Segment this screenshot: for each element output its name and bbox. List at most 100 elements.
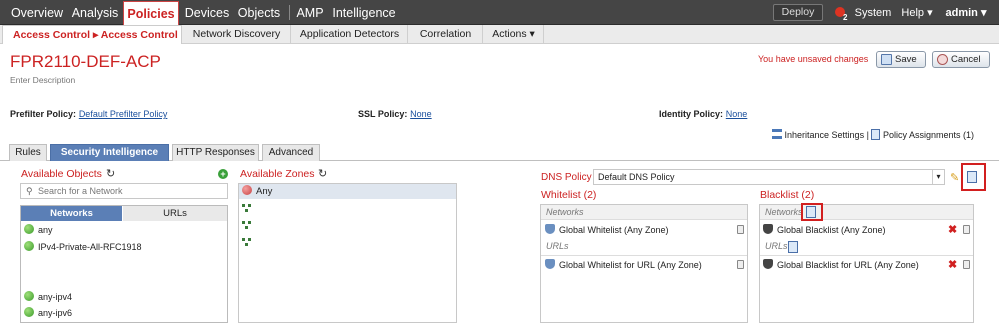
subtab-networks[interactable]: Networks <box>21 206 122 221</box>
available-objects-title: Available Objects <box>21 168 102 180</box>
object-label: any-ipv6 <box>38 308 73 318</box>
document-icon[interactable] <box>788 241 798 253</box>
blacklist-shield-icon <box>763 224 773 234</box>
document-icon[interactable] <box>967 171 977 183</box>
trash-icon[interactable] <box>737 260 744 269</box>
search-icon: ⚲ <box>26 186 33 196</box>
whitelist-urls-header: URLs <box>541 239 747 254</box>
whitelist-url-label: Global Whitelist for URL (Any Zone) <box>559 260 702 270</box>
blacklist-shield-icon <box>763 259 773 269</box>
chevron-down-icon: ▾ <box>932 170 944 184</box>
network-object-icon <box>24 307 34 317</box>
search-placeholder: Search for a Network <box>38 186 123 196</box>
list-item[interactable]: Global Blacklist for URL (Any Zone) <box>763 258 919 272</box>
alert-count: 2 <box>843 13 848 22</box>
whitelist-title: Whitelist (2) <box>541 189 597 201</box>
available-zones-list <box>238 183 457 323</box>
deploy-button[interactable]: Deploy <box>773 4 823 21</box>
list-item[interactable]: Global Blacklist (Any Zone) <box>763 223 886 237</box>
zone-icon[interactable] <box>242 221 252 230</box>
policy-assignments-link[interactable]: Policy Assignments (1) <box>883 130 974 140</box>
subnav-access-control[interactable]: Access Control ▸ Access Control <box>2 25 182 44</box>
list-item[interactable]: IPv4-Private-All-RFC1918 <box>24 240 142 254</box>
ssl-label: SSL Policy: <box>358 109 408 119</box>
cancel-label: Cancel <box>951 54 981 65</box>
delete-icon[interactable]: ✖ <box>948 260 957 271</box>
subtab-urls[interactable]: URLs <box>123 206 227 221</box>
save-button[interactable]: Save <box>876 51 926 68</box>
subnav-network-discovery[interactable]: Network Discovery <box>183 25 291 44</box>
list-item[interactable]: Global Whitelist (Any Zone) <box>545 223 669 237</box>
delete-icon[interactable]: ✖ <box>948 225 957 236</box>
trash-icon[interactable] <box>963 260 970 269</box>
nav-help[interactable]: Help ▾ <box>900 0 934 25</box>
tab-rules[interactable]: Rules <box>9 144 47 161</box>
search-network-input[interactable]: ⚲ Search for a Network <box>20 183 228 199</box>
ssl-link[interactable]: None <box>410 109 432 119</box>
blacklist-url-label: Global Blacklist for URL (Any Zone) <box>777 260 919 270</box>
dns-policy-value: Default DNS Policy <box>598 172 675 182</box>
whitelist-shield-icon <box>545 259 555 269</box>
blacklist-title: Blacklist (2) <box>760 189 815 201</box>
zone-icon <box>242 185 252 195</box>
tab-http-responses[interactable]: HTTP Responses <box>172 144 259 161</box>
unsaved-changes-text: You have unsaved changes <box>758 54 869 64</box>
cancel-button[interactable]: Cancel <box>932 51 990 68</box>
nav-separator <box>289 5 290 20</box>
prefilter-link[interactable]: Default Prefilter Policy <box>79 109 168 119</box>
policy-links-right: Inheritance Settings | Policy Assignment… <box>772 129 974 140</box>
save-icon <box>881 54 892 65</box>
subnav-actions[interactable]: Actions ▾ <box>484 25 544 44</box>
links-separator: | <box>866 130 869 140</box>
divider <box>760 255 973 256</box>
edit-icon[interactable]: ✎ <box>950 171 959 184</box>
nav-system[interactable]: System <box>854 0 892 25</box>
identity-label: Identity Policy: <box>659 109 724 119</box>
cancel-icon <box>937 54 948 65</box>
nav-intelligence[interactable]: Intelligence <box>330 0 398 25</box>
save-label: Save <box>895 54 917 65</box>
list-item[interactable]: any-ipv6 <box>24 306 72 320</box>
zone-icon[interactable] <box>242 204 252 213</box>
nav-policies[interactable]: Policies <box>123 1 179 26</box>
object-label: any <box>38 225 53 235</box>
nav-amp[interactable]: AMP <box>296 0 324 25</box>
refresh-icon[interactable]: ↻ <box>106 167 115 180</box>
document-icon[interactable] <box>806 206 816 218</box>
refresh-icon[interactable]: ↻ <box>318 167 327 180</box>
blacklist-network-label: Global Blacklist (Any Zone) <box>777 225 886 235</box>
description-field[interactable]: Enter Description <box>10 75 75 85</box>
prefilter-policy: Prefilter Policy: Default Prefilter Poli… <box>10 109 167 120</box>
inheritance-settings-link[interactable]: Inheritance Settings <box>785 130 865 140</box>
trash-icon[interactable] <box>963 225 970 234</box>
network-object-icon <box>24 241 34 251</box>
tab-advanced[interactable]: Advanced <box>262 144 320 161</box>
zone-icon[interactable] <box>242 238 252 247</box>
user-menu[interactable]: admin ▾ <box>943 0 989 25</box>
nav-devices[interactable]: Devices <box>183 0 231 25</box>
subnav-application-detectors[interactable]: Application Detectors <box>292 25 408 44</box>
policy-title: FPR2110-DEF-ACP <box>10 52 161 71</box>
network-object-icon <box>24 224 34 234</box>
dns-policy-select[interactable]: Default DNS Policy ▾ <box>593 169 945 185</box>
list-item[interactable]: any <box>24 223 53 237</box>
network-object-icon <box>24 291 34 301</box>
list-item[interactable]: Global Whitelist for URL (Any Zone) <box>545 258 702 272</box>
whitelist-networks-header: Networks <box>541 205 747 220</box>
nav-overview[interactable]: Overview <box>8 0 66 25</box>
identity-policy: Identity Policy: None <box>659 109 747 120</box>
identity-link[interactable]: None <box>726 109 748 119</box>
nav-objects[interactable]: Objects <box>235 0 283 25</box>
nav-analysis[interactable]: Analysis <box>70 0 120 25</box>
list-item[interactable]: any-ipv4 <box>24 290 72 304</box>
trash-icon[interactable] <box>737 225 744 234</box>
zone-item[interactable]: Any <box>242 185 272 199</box>
divider <box>541 255 747 256</box>
subnav-correlation[interactable]: Correlation <box>409 25 483 44</box>
object-label: IPv4-Private-All-RFC1918 <box>38 242 142 252</box>
assignments-icon <box>871 129 881 140</box>
zone-label: Any <box>256 186 273 197</box>
tab-security-intelligence[interactable]: Security Intelligence <box>50 144 169 161</box>
add-icon[interactable]: + <box>218 169 228 179</box>
available-zones-title: Available Zones <box>240 168 315 180</box>
